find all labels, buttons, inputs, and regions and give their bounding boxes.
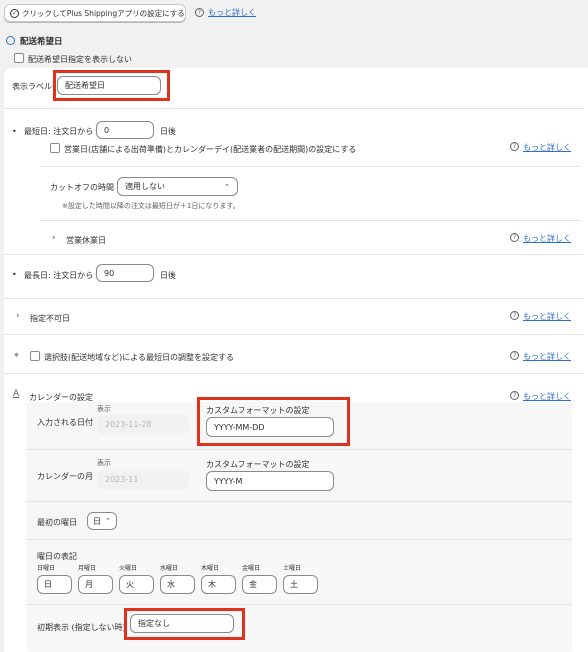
highlight-box [124,608,245,640]
hide-delivery-date-label: 配送希望日指定を表示しない [28,55,132,64]
help-icon: ? [510,351,519,360]
weekday-label: 火曜日 [119,565,138,572]
highlight-box [197,397,350,446]
more-link-region[interactable]: もっと詳しく [523,351,571,362]
first-day-value: 日 [93,516,101,526]
plus-shipping-button[interactable]: ✓ クリックしてPlus Shippingアプリの設定にする [4,4,186,22]
select-arrows-icon: ⌃ [105,517,111,525]
initial-display-label: 初期表示 (指定しない時) [37,623,126,632]
region-adjust-label: 選択肢(配送地域など)による最短日の調整を設定する [44,353,234,362]
highlight-box [53,70,170,101]
shortest-prefix: 最短日: 注文日から [24,127,94,136]
select-arrows-icon: ⌃ [224,182,230,191]
first-day-select[interactable]: 日 ⌃ [87,512,117,530]
longest-day-input[interactable]: 90 [96,264,154,282]
weekday-label: 水曜日 [160,565,179,572]
location-pin-icon: ⌖ [14,351,20,361]
weekday-input[interactable]: 土 [283,575,318,594]
month-label: カレンダーの月 [37,472,93,481]
weekday-title: 曜日の表記 [37,552,77,561]
business-day-label: 営業日(店舗による出荷準備)とカレンダーデイ(配送業者の配送期間)の設定にする [64,145,357,154]
cutoff-select-value: 適用しない [125,182,165,191]
shortest-day-input[interactable]: 0 [96,121,154,139]
holidays-label[interactable]: 営業休業日 [66,235,106,246]
business-day-checkbox[interactable] [50,143,60,153]
help-icon: ? [510,142,519,151]
region-adjust-checkbox[interactable] [30,351,40,361]
more-link-unavailable[interactable]: もっと詳しく [523,311,571,322]
chevron-right-icon[interactable]: › [16,311,20,321]
hide-delivery-date-checkbox[interactable] [14,53,24,63]
weekday-label: 木曜日 [201,565,220,572]
month-display-label: 表示 [97,459,111,467]
section-toggle-icon[interactable] [6,36,15,45]
date-preview-input: 2023-11-28 [97,415,189,434]
unavailable-label[interactable]: 指定不可日 [30,313,70,324]
month-preview-input: 2023-11 [97,470,189,489]
help-icon: ? [510,391,519,400]
display-label-title: 表示ラベル [12,82,52,91]
more-link-holidays[interactable]: もっと詳しく [523,233,571,244]
chevron-right-icon[interactable]: › [52,233,56,243]
weekday-label: 日曜日 [37,565,56,572]
weekday-input[interactable]: 水 [160,575,195,594]
weekday-input[interactable]: 火 [119,575,154,594]
calendar-font-icon: A [13,389,20,399]
check-circle-icon: ✓ [10,8,19,18]
section-title: 配送希望日 [20,37,63,47]
input-date-label: 入力される日付 [37,418,93,427]
cutoff-note: ※設定した時間以降の注文は最短日が＋1日になります。 [62,202,240,210]
help-icon: ? [195,8,204,17]
month-format-input[interactable]: YYYY-M [206,471,334,491]
cutoff-select[interactable]: 適用しない ⌃ [117,177,238,196]
longest-suffix: 日後 [160,271,176,280]
date-display-label: 表示 [97,405,111,413]
weekday-label: 土曜日 [283,565,302,572]
more-link-calendar[interactable]: もっと詳しく [523,391,571,402]
help-icon: ? [510,233,519,242]
weekday-input[interactable]: 金 [242,575,277,594]
longest-prefix: 最長日: 注文日から [24,271,94,280]
weekday-label: 月曜日 [78,565,97,572]
weekday-label: 金曜日 [242,565,261,572]
month-custom-format-label: カスタムフォーマットの設定 [206,460,310,469]
more-link-top[interactable]: もっと詳しく [208,7,256,18]
plus-shipping-button-label: クリックしてPlus Shippingアプリの設定にする [22,8,185,18]
first-day-label: 最初の曜日 [37,518,77,527]
weekday-input[interactable]: 日 [37,575,72,594]
cutoff-label: カットオフの時間 [50,183,114,192]
weekday-input[interactable]: 月 [78,575,113,594]
help-icon: ? [510,311,519,320]
shortest-suffix: 日後 [160,127,176,136]
more-link-business[interactable]: もっと詳しく [523,142,571,153]
weekday-input[interactable]: 木 [201,575,236,594]
